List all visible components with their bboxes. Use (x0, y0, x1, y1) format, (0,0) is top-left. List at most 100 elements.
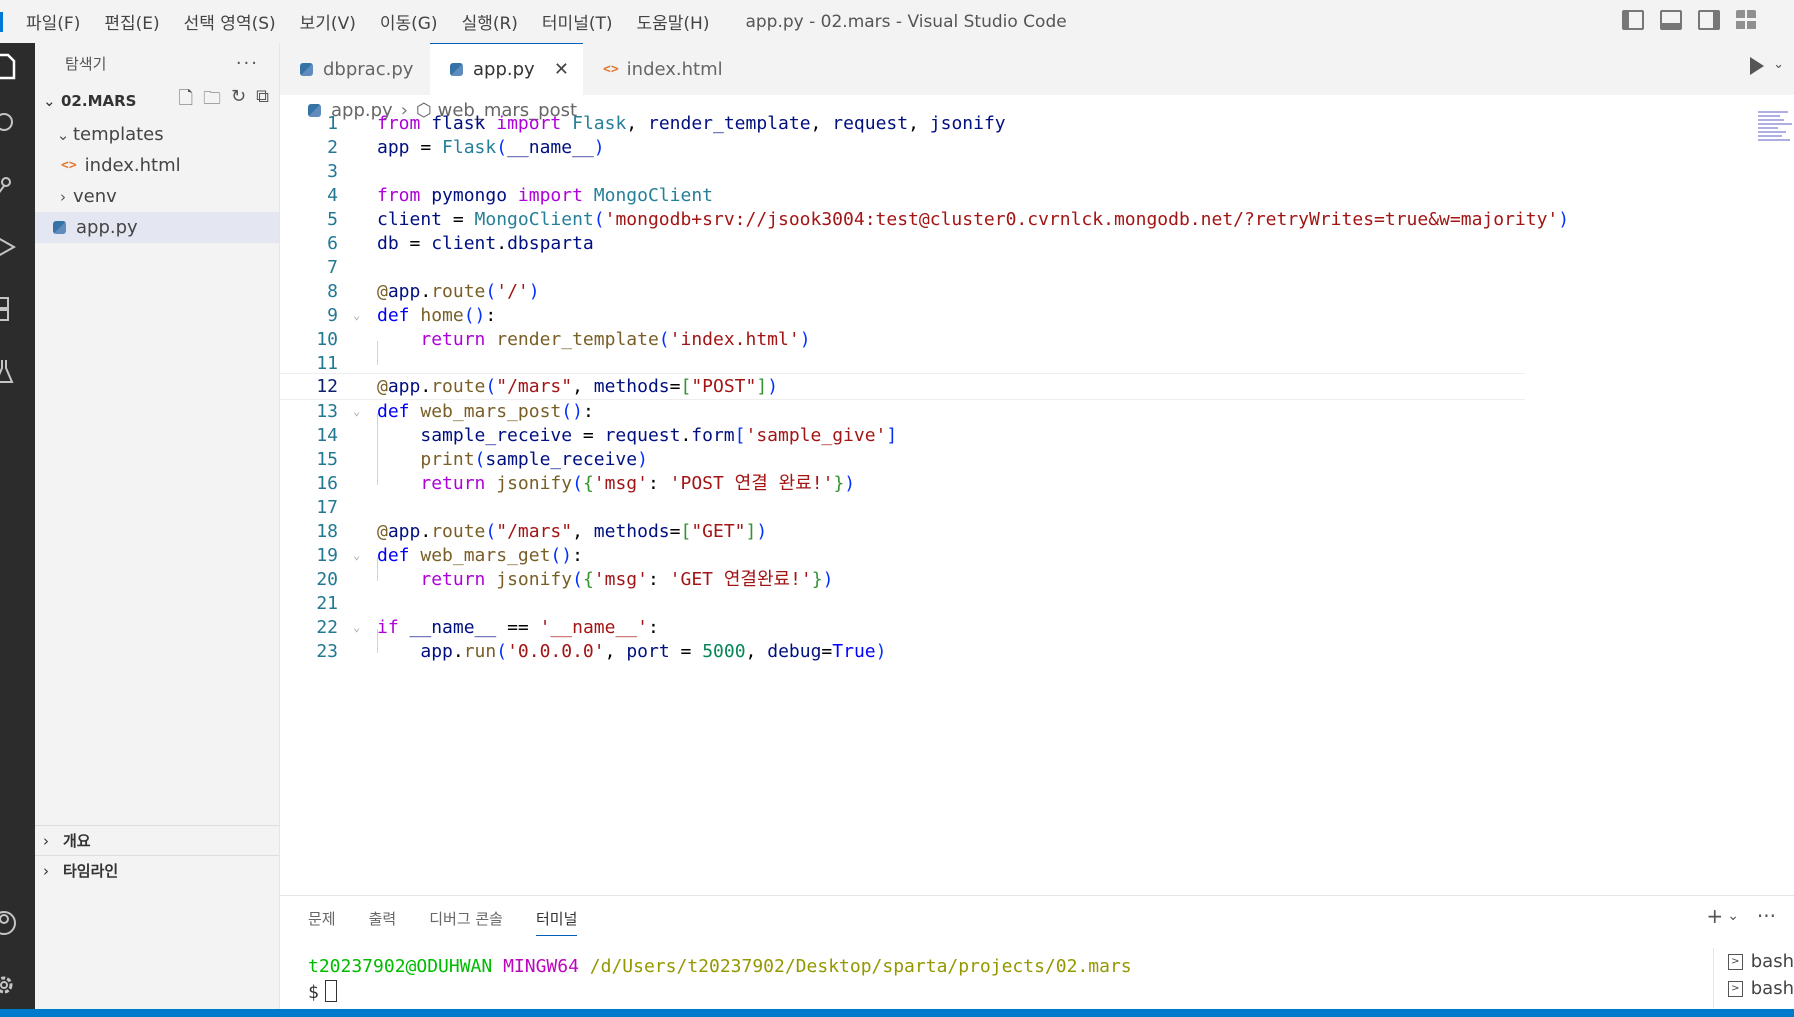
new-folder-icon[interactable]: 🗀 (203, 86, 221, 116)
code-editor[interactable]: 1 from flask import Flask, render_templat… (280, 111, 1794, 885)
terminal-instance[interactable]: > bash (1714, 975, 1794, 1002)
workspace-root[interactable]: ⌄ 02.MARS 🗋 🗀 ↻ ⧉ (35, 83, 279, 119)
manage-gear-icon[interactable] (0, 965, 35, 1005)
tree-folder-venv[interactable]: › venv (35, 181, 279, 212)
menu-view[interactable]: 보기(V) (300, 9, 356, 34)
code-line: 10 return render_template('index.html') (316, 329, 811, 350)
terminal-instance[interactable]: > bash (1714, 948, 1794, 975)
tab-output[interactable]: 출력 (369, 908, 397, 936)
chevron-down-icon[interactable]: ⌄ (1773, 57, 1784, 72)
terminal-user: t20237902@ODUHWAN (308, 956, 493, 977)
editor-tab-bar: dbprac.py app.py ✕ <> index.html ⌄ (280, 43, 1794, 95)
tab-label: dbprac.py (323, 58, 414, 80)
code-line: 22 ⌄ if __name__ == '__name__': (280, 614, 1750, 641)
tab-debug-console[interactable]: 디버그 콘솔 (429, 908, 503, 936)
fold-chevron-icon[interactable]: ⌄ (353, 614, 360, 641)
chevron-right-icon: › (43, 831, 49, 850)
timeline-section[interactable]: › 타임라인 (35, 855, 279, 885)
run-debug-icon[interactable] (0, 227, 35, 267)
code-line: 17 (316, 497, 338, 518)
more-actions-icon[interactable]: ··· (1757, 904, 1776, 928)
code-line: 3 (327, 161, 338, 182)
explorer-title: 탐색기 (65, 54, 107, 73)
run-python-file-icon[interactable] (1750, 57, 1764, 75)
python-file-icon (53, 221, 66, 234)
chevron-down-icon[interactable]: ⌄ (1727, 908, 1739, 924)
tree-folder-templates[interactable]: ⌄ templates (35, 119, 279, 150)
code-line: 5 client = MongoClient('mongodb+srv://jso… (327, 209, 1570, 230)
chevron-down-icon: ⌄ (43, 92, 56, 110)
source-control-icon[interactable] (0, 165, 35, 205)
fold-chevron-icon[interactable]: ⌄ (353, 542, 360, 569)
tab-index-html[interactable]: <> index.html (583, 43, 733, 95)
menu-run[interactable]: 실행(R) (462, 9, 518, 34)
chevron-down-icon: ⌄ (56, 125, 70, 144)
tab-label: index.html (626, 58, 723, 80)
tab-app-py[interactable]: app.py ✕ (430, 43, 583, 95)
tree-item-label: templates (73, 124, 164, 145)
testing-icon[interactable] (0, 351, 35, 391)
timeline-label: 타임라인 (63, 862, 119, 880)
code-line: 14 sample_receive = request.form['sample… (316, 425, 898, 446)
tree-file-app-py[interactable]: app.py (35, 212, 279, 243)
menu-edit[interactable]: 편집(E) (104, 9, 159, 34)
explorer-actions: 🗋 🗀 ↻ ⧉ (179, 86, 269, 116)
menu-go[interactable]: 이동(G) (380, 9, 438, 34)
code-line: 18 @app.route("/mars", methods=["GET"]) (316, 521, 768, 542)
html-file-icon: <> (603, 61, 619, 77)
terminal-instance-label: bash (1750, 978, 1794, 999)
new-file-icon[interactable]: 🗋 (179, 86, 193, 116)
tab-terminal[interactable]: 터미널 (536, 908, 578, 936)
current-code-line: 12 @app.route("/mars", methods=["POST"]) (280, 373, 1525, 400)
activity-bar (0, 43, 35, 1009)
toggle-panel-icon[interactable] (1660, 10, 1682, 30)
customize-layout-icon[interactable] (1736, 10, 1756, 30)
tree-item-label: venv (73, 186, 117, 207)
fold-chevron-icon[interactable]: ⌄ (353, 302, 360, 329)
code-line: 21 (316, 593, 338, 614)
chevron-right-icon: › (60, 187, 66, 206)
code-line: 9 ⌄ def home(): (280, 302, 1750, 329)
html-file-icon: <> (61, 158, 77, 173)
search-icon[interactable] (0, 103, 35, 143)
extensions-icon[interactable] (0, 289, 35, 329)
minimap[interactable] (1758, 109, 1794, 159)
tab-problems[interactable]: 문제 (308, 908, 336, 936)
code-line: 2 app = Flask(__name__) (327, 137, 605, 158)
collapse-all-icon[interactable]: ⧉ (256, 86, 269, 116)
terminal-shell: MINGW64 (503, 956, 579, 977)
tree-item-label: index.html (84, 155, 181, 176)
code-line: 23 app.run('0.0.0.0', port = 5000, debug… (316, 641, 887, 662)
python-file-icon (450, 63, 463, 76)
new-terminal-icon[interactable]: + (1706, 904, 1723, 928)
terminal-input-line[interactable]: $ (308, 980, 337, 1003)
menu-help[interactable]: 도움말(H) (637, 9, 710, 34)
code-line: 6 db = client.dbsparta (327, 233, 594, 254)
menu-file[interactable]: 파일(F) (26, 9, 80, 34)
toggle-primary-sidebar-icon[interactable] (1622, 10, 1644, 30)
more-actions-icon[interactable]: ··· (236, 53, 259, 74)
terminal-icon: > (1728, 980, 1743, 997)
chevron-right-icon: › (43, 861, 49, 880)
accounts-icon[interactable] (0, 903, 35, 943)
menu-terminal[interactable]: 터미널(T) (542, 9, 613, 34)
code-line: 16 return jsonify({'msg': 'POST 연결 완료!'}… (316, 473, 856, 494)
layout-controls (1622, 10, 1756, 30)
menu-selection[interactable]: 선택 영역(S) (184, 9, 276, 34)
outline-section[interactable]: › 개요 (35, 825, 279, 855)
terminal-cursor (324, 980, 337, 1002)
explorer-icon[interactable] (0, 47, 35, 87)
toggle-secondary-sidebar-icon[interactable] (1698, 10, 1720, 30)
code-line: 15 print(sample_receive) (316, 449, 648, 470)
terminal-list: > bash > bash (1713, 948, 1794, 1008)
status-bar (0, 1009, 1794, 1017)
python-file-icon (300, 62, 313, 76)
tree-file-index-html[interactable]: <> index.html (35, 150, 279, 181)
tab-dbprac-py[interactable]: dbprac.py (280, 43, 430, 95)
close-icon[interactable]: ✕ (554, 59, 569, 80)
panel-tabs: 문제 출력 디버그 콘솔 터미널 (308, 908, 610, 936)
bottom-panel: 문제 출력 디버그 콘솔 터미널 + ⌄ ··· t20237902@ODUHW… (280, 895, 1794, 1009)
fold-chevron-icon[interactable]: ⌄ (353, 398, 360, 425)
explorer-sidebar: 탐색기 ··· ⌄ 02.MARS 🗋 🗀 ↻ ⧉ ⌄ templates <>… (35, 43, 280, 1009)
refresh-icon[interactable]: ↻ (231, 86, 246, 116)
